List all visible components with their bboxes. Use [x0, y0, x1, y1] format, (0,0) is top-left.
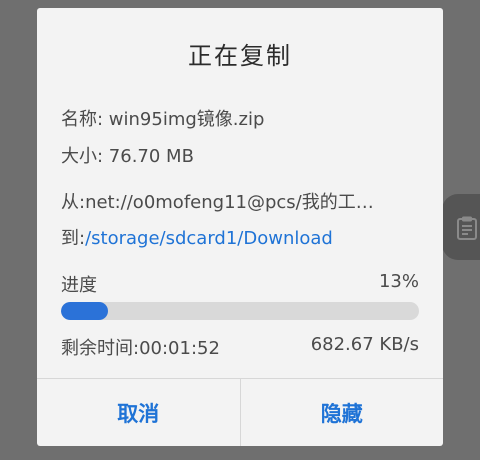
transfer-speed: 682.67 KB/s	[310, 334, 419, 355]
remaining-time-value: 00:01:52	[139, 338, 220, 359]
hide-button[interactable]: 隐藏	[241, 379, 444, 446]
file-size-label: 大小:	[61, 146, 109, 167]
file-name-value: win95img镜像.zip	[108, 109, 265, 130]
dialog-title: 正在复制	[188, 42, 292, 70]
remaining-time-label: 剩余时间:	[61, 338, 140, 359]
remaining-time: 剩余时间:00:01:52	[61, 334, 220, 360]
progress-percent: 13%	[378, 271, 419, 292]
source-path: net://o0mofeng11@pcs/我的工具/…	[85, 192, 386, 213]
source-label: 从:	[61, 192, 86, 213]
copy-progress-dialog: 正在复制 名称: win95img镜像.zip 大小: 76.70 MB 从:n…	[37, 8, 443, 446]
file-size-row: 大小: 76.70 MB	[61, 142, 194, 168]
destination-path[interactable]: /storage/sdcard1/Download	[85, 228, 333, 249]
file-size-value: 76.70 MB	[108, 146, 194, 167]
progress-bar-fill	[61, 302, 108, 320]
cancel-button[interactable]: 取消	[37, 379, 240, 446]
side-panel-tab[interactable]	[442, 194, 480, 260]
destination-label: 到:	[61, 228, 86, 249]
progress-header: 进度 13%	[61, 271, 419, 297]
progress-bar	[61, 302, 419, 320]
destination-row: 到:/storage/sdcard1/Download	[61, 224, 333, 250]
file-name-row: 名称: win95img镜像.zip	[61, 105, 264, 131]
dialog-footer: 取消 隐藏	[37, 378, 443, 446]
progress-stats: 剩余时间:00:01:52 682.67 KB/s	[61, 334, 419, 360]
progress-label: 进度	[61, 275, 97, 296]
clipboard-icon	[457, 216, 477, 240]
file-name-label: 名称:	[61, 109, 109, 130]
source-row: 从:net://o0mofeng11@pcs/我的工具/…	[61, 188, 385, 214]
